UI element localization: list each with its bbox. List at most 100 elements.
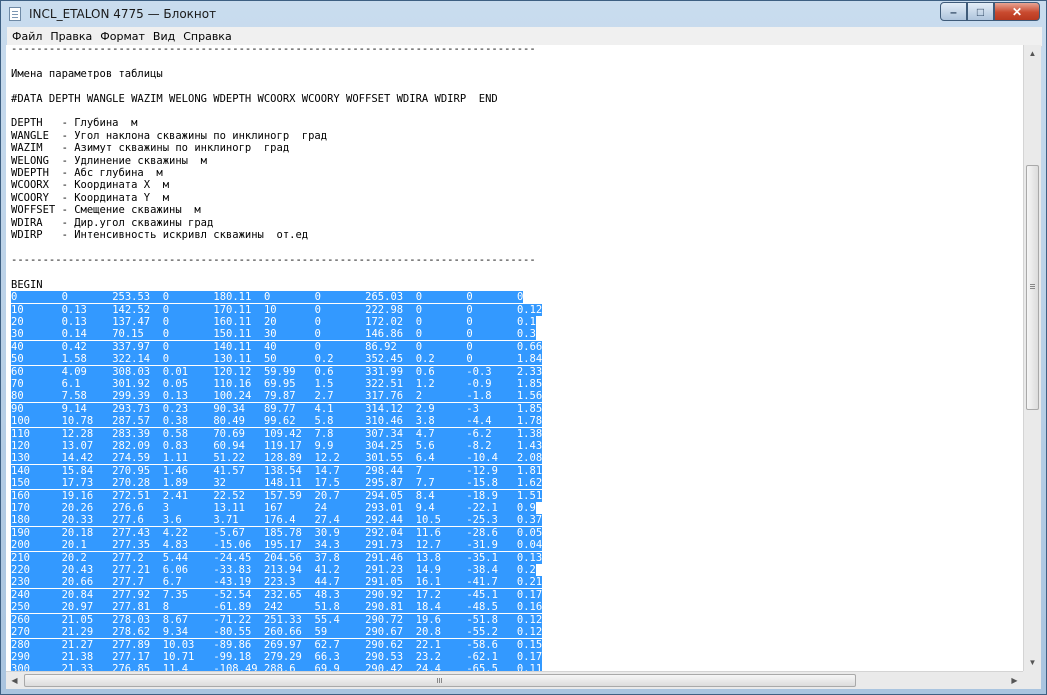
menu-format[interactable]: Формат [97,30,148,43]
maximize-button[interactable]: □ [967,2,994,21]
table-cell: 0 [61,291,68,304]
text-editor[interactable]: ----------------------------------------… [6,45,1023,671]
horizontal-scroll-thumb[interactable] [24,674,856,687]
table-row: 270 21.29 278.62 9.34 -80.55 260.66 59 2… [11,626,543,639]
table-cell: 253.53 [112,291,151,304]
table-cell: 295.87 [365,477,404,490]
table-cell: 120 [11,440,30,452]
table-cell: 1.56 [516,390,543,403]
table-row: 250 20.97 277.81 8 -61.89 242 51.8 290.8… [11,601,543,614]
table-cell: 0 [466,353,473,366]
vertical-scroll-thumb[interactable] [1026,165,1039,410]
table-cell: 0.01 [162,365,189,378]
table-cell: 277.81 [112,601,151,614]
close-button[interactable]: ✕ [994,2,1040,21]
menu-file[interactable]: Файл [9,30,45,43]
table-cell: 0.9 [516,502,536,515]
arrow-up-icon[interactable]: ▲ [1024,45,1041,62]
table-cell: 20 [263,315,277,328]
table-cell: 12.7 [415,539,442,552]
table-cell: 0.38 [162,415,189,428]
table-cell: 0 [162,353,170,366]
table-cell: 119.17 [263,440,302,452]
table-cell: 70 [11,377,24,390]
table-cell: 0.37 [516,514,543,527]
table-cell: 242 [263,601,283,614]
table-cell: 223.3 [263,576,296,589]
table-cell: 2.08 [516,452,543,465]
table-cell: 0 [466,328,473,341]
table-row: 210 20.2 277.2 5.44 -24.45 204.56 37.8 2… [11,551,543,564]
table-cell: 0.14 [61,328,87,341]
table-cell: 90 [11,402,24,415]
table-cell: 32 [213,477,226,490]
table-cell: 34.3 [314,539,340,552]
table-cell: 195.17 [263,539,302,552]
table-cell: 20.26 [61,502,94,515]
table-cell: 0.66 [516,340,543,353]
table-cell: 17.5 [314,477,340,490]
horizontal-scrollbar[interactable]: ◀ ▶ [6,671,1023,689]
menu-edit[interactable]: Правка [47,30,95,43]
vertical-scrollbar[interactable]: ▲ ▼ [1023,45,1041,671]
table-cell: 0 [162,303,170,316]
arrow-left-icon[interactable]: ◀ [6,672,23,689]
table-cell: 0 [162,315,170,328]
table-cell: 277.21 [112,564,151,577]
menu-view[interactable]: Вид [150,30,178,43]
table-cell: 210 [11,551,30,564]
table-cell: 50 [11,353,24,366]
table-cell: 6.06 [162,564,189,577]
table-cell: 55.4 [314,613,340,626]
table-cell: 80.49 [213,415,245,428]
table-cell: 70.69 [213,427,245,440]
table-cell: 170.11 [213,303,252,316]
title-bar[interactable]: INCL_ETALON 4775 — Блокнот – □ ✕ [1,1,1046,27]
table-cell: -10.4 [466,452,498,465]
table-cell: 10.03 [162,638,195,651]
notepad-icon[interactable] [9,7,21,21]
table-cell: 0 [314,328,321,341]
table-cell: 110 [11,427,30,440]
table-cell: 0.21 [516,576,543,589]
table-cell: 4.1 [314,402,334,415]
table-cell: 20.66 [61,576,94,589]
table-cell: 0.2 [415,353,435,366]
table-row: 130 14.42 274.59 1.11 51.22 128.89 12.2 … [11,452,543,465]
table-cell: 20.43 [61,564,94,577]
table-cell: 290.67 [365,626,404,639]
table-cell: 5.44 [162,551,189,564]
arrow-right-icon[interactable]: ▶ [1006,672,1023,689]
table-cell: 20.8 [415,626,442,639]
menu-help[interactable]: Справка [180,30,234,43]
table-cell: 277.7 [112,576,144,589]
table-cell: -52.54 [213,588,252,601]
table-cell: 270 [11,626,30,639]
minimize-button[interactable]: – [940,2,967,21]
table-cell: 5.8 [314,415,334,428]
table-cell: 16.1 [415,576,441,589]
table-cell: -58.6 [466,638,498,651]
table-cell: 8.4 [415,489,435,502]
document-text[interactable]: ----------------------------------------… [11,45,543,671]
table-row: 160 19.16 272.51 2.41 22.52 157.59 20.7 … [11,489,543,502]
table-cell: 3.71 [213,514,239,527]
table-cell: 110.16 [213,377,252,390]
table-cell: 130 [11,452,30,465]
table-cell: 9.34 [162,626,189,639]
table-cell: 69.95 [263,377,296,390]
table-cell: 1.11 [162,452,189,465]
text-line: ----------------------------------------… [11,253,536,266]
table-cell: 0.3 [516,328,536,341]
table-cell: 280 [11,638,30,651]
table-cell: 4.7 [415,427,435,440]
table-cell: 0.11 [516,663,543,671]
table-cell: 265.03 [365,291,404,304]
table-row: 80 7.58 299.39 0.13 100.24 79.87 2.7 317… [11,390,543,403]
table-cell: 1.51 [516,489,543,502]
table-cell: 100 [11,415,30,428]
table-cell: 1.5 [314,377,334,390]
arrow-down-icon[interactable]: ▼ [1024,654,1041,671]
table-cell: 204.56 [263,551,302,564]
table-cell: 277.35 [112,539,151,552]
